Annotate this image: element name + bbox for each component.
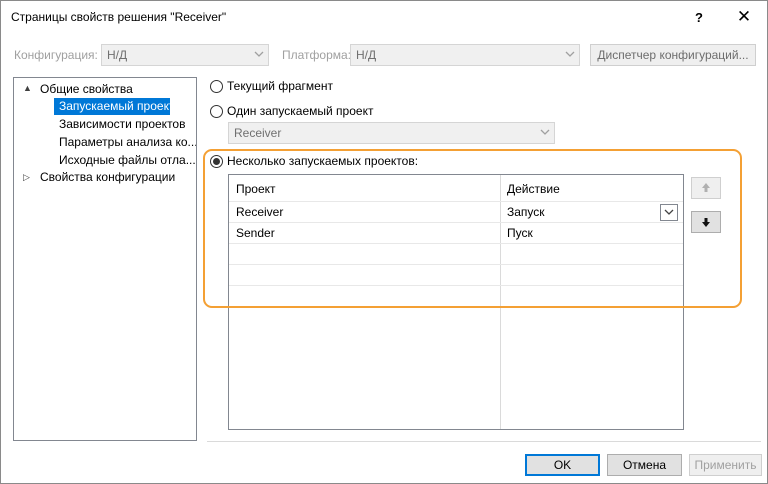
startup-projects-grid: Проект Действие Receiver Запуск Sender П… <box>228 174 684 430</box>
cell-action-sender[interactable]: Пуск <box>507 226 533 240</box>
tree-item-project-dependencies[interactable]: Зависимости проектов <box>59 116 196 133</box>
single-project-value: Receiver <box>234 126 282 140</box>
column-header-action[interactable]: Действие <box>507 182 560 196</box>
row-divider <box>229 306 683 307</box>
move-up-button[interactable] <box>691 177 721 199</box>
row-divider <box>229 285 683 286</box>
expand-icon[interactable]: ▲ <box>23 83 32 93</box>
footer-divider <box>207 441 761 442</box>
configuration-label: Конфигурация: <box>14 48 98 62</box>
platform-select[interactable]: Н/Д <box>350 44 580 66</box>
action-dropdown-button[interactable] <box>660 204 678 221</box>
close-button[interactable]: ✕ <box>724 1 764 33</box>
cell-action-receiver[interactable]: Запуск <box>507 205 545 219</box>
radio-single-project[interactable] <box>210 105 223 118</box>
configuration-value: Н/Д <box>107 48 128 62</box>
collapsed-icon[interactable]: ▷ <box>23 172 30 183</box>
row-divider <box>229 222 683 223</box>
arrow-down-icon <box>702 218 710 227</box>
tree-item-debug-source-files[interactable]: Исходные файлы отла... <box>59 152 196 169</box>
row-divider <box>229 243 683 244</box>
title-bar: Страницы свойств решения "Receiver" ? ✕ <box>1 1 767 33</box>
row-divider <box>229 264 683 265</box>
tree-item-analysis-settings[interactable]: Параметры анализа ко... <box>59 134 196 151</box>
property-tree: ▲ Общие свойства Запускаемый проект Зави… <box>13 77 197 441</box>
platform-value: Н/Д <box>356 48 377 62</box>
radio-current-selection[interactable] <box>210 80 223 93</box>
cell-project-sender[interactable]: Sender <box>236 226 275 240</box>
apply-button[interactable]: Применить <box>689 454 762 476</box>
current-selection-label: Текущий фрагмент <box>227 79 333 93</box>
ok-button[interactable]: OK <box>525 454 600 476</box>
radio-multiple-projects[interactable] <box>210 155 223 168</box>
chevron-down-icon <box>254 51 264 57</box>
cell-project-receiver[interactable]: Receiver <box>236 205 283 219</box>
single-project-label: Один запускаемый проект <box>227 104 374 118</box>
chevron-down-icon <box>565 51 575 57</box>
platform-label: Платформа: <box>282 48 352 62</box>
single-project-select[interactable]: Receiver <box>228 122 555 144</box>
help-button[interactable]: ? <box>679 1 719 33</box>
tree-item-common-properties[interactable]: Общие свойства <box>40 81 196 98</box>
move-down-button[interactable] <box>691 211 721 233</box>
configuration-manager-button[interactable]: Диспетчер конфигураций... <box>590 44 756 66</box>
tree-item-startup-project[interactable]: Запускаемый проект <box>54 98 170 115</box>
column-header-project[interactable]: Проект <box>236 182 276 196</box>
column-divider <box>500 175 501 429</box>
cancel-button[interactable]: Отмена <box>607 454 682 476</box>
configuration-select[interactable]: Н/Д <box>101 44 269 66</box>
row-divider <box>229 201 683 202</box>
tree-item-configuration-properties[interactable]: Свойства конфигурации <box>40 169 196 186</box>
dialog-window: Страницы свойств решения "Receiver" ? ✕ … <box>0 0 768 484</box>
arrow-up-icon <box>702 183 710 192</box>
chevron-down-icon <box>664 209 674 215</box>
chevron-down-icon <box>540 129 550 135</box>
window-title: Страницы свойств решения "Receiver" <box>11 10 227 24</box>
multiple-projects-label: Несколько запускаемых проектов: <box>227 154 419 168</box>
